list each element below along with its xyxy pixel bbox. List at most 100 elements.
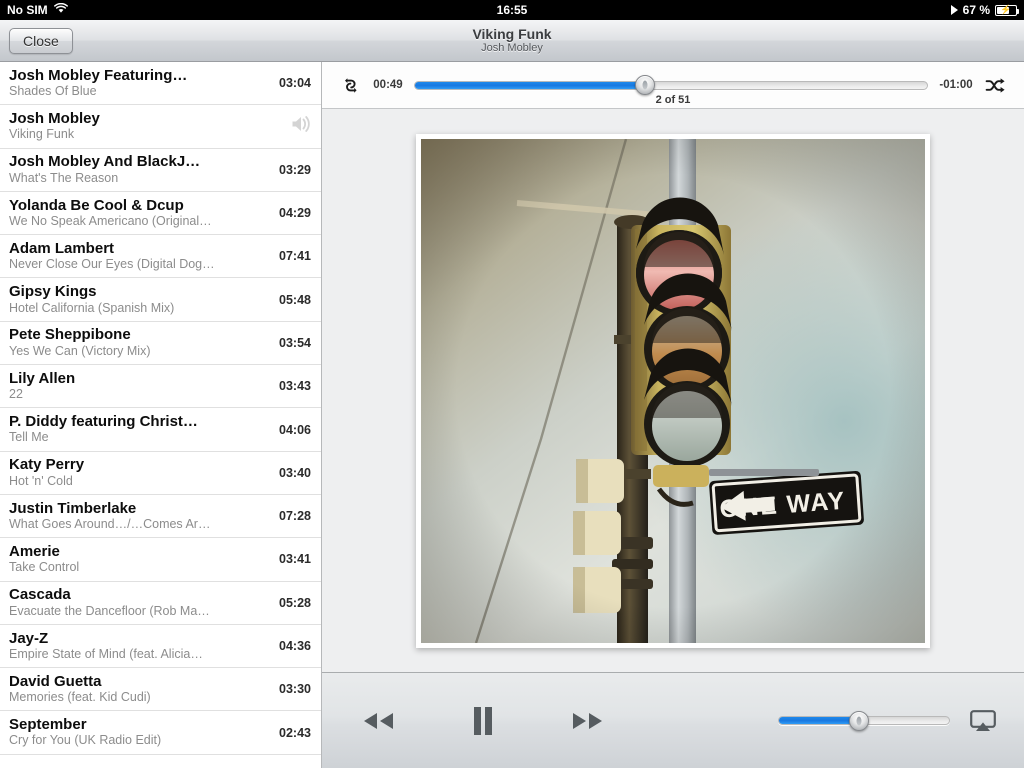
track-list-item[interactable]: David Guetta Memories (feat. Kid Cudi) 03:… <box>0 668 321 712</box>
track-artist: September <box>9 716 87 734</box>
track-list-item[interactable]: Josh Mobley Viking Funk <box>0 105 321 149</box>
track-duration: 03:30 <box>279 682 311 697</box>
track-duration: 04:06 <box>279 422 311 437</box>
track-song-title: Memories (feat. Kid Cudi) <box>9 690 151 705</box>
track-artist: Lily Allen <box>9 369 76 387</box>
track-artist: Gipsy Kings <box>9 283 97 301</box>
airplay-icon[interactable] <box>968 706 998 736</box>
progress-slider[interactable] <box>414 70 928 100</box>
play-indicator-icon <box>950 5 958 15</box>
track-list-item[interactable]: September Cry for You (UK Radio Edit) 02:4… <box>0 711 321 755</box>
progress-track <box>414 80 928 90</box>
track-song-title: Empire State of Mind (feat. Alicia… <box>9 646 203 661</box>
track-duration: 07:41 <box>279 249 311 264</box>
track-text-group: P. Diddy featuring Christ… Tell Me <box>9 413 271 446</box>
track-list-item[interactable]: Yolanda Be Cool & Dcup We No Speak Americ… <box>0 192 321 236</box>
track-text-group: Gipsy Kings Hotel California (Spanish Mix… <box>9 283 271 316</box>
repeat-icon[interactable] <box>336 70 366 100</box>
transport-bar <box>322 672 1024 768</box>
track-text-group: Lily Allen 22 <box>9 370 271 403</box>
volume-fill <box>779 717 859 724</box>
track-list-item[interactable]: Gipsy Kings Hotel California (Spanish Mix… <box>0 278 321 322</box>
track-text-group: Katy Perry Hot 'n' Cold <box>9 456 271 489</box>
track-duration: 03:04 <box>279 76 311 91</box>
navigation-bar: Close Viking Funk Josh Mobley <box>0 20 1024 62</box>
track-artist: Amerie <box>9 542 60 560</box>
track-list-item[interactable]: Pete Sheppibone Yes We Can (Victory Mix) 0… <box>0 322 321 366</box>
progress-fill <box>415 81 646 89</box>
track-duration: 03:54 <box>279 335 311 350</box>
track-song-title: Take Control <box>9 560 80 575</box>
track-duration: 03:40 <box>279 465 311 480</box>
elapsed-time: 00:49 <box>373 79 403 91</box>
remaining-time: -01:00 <box>939 79 973 91</box>
track-duration: 05:48 <box>279 292 311 307</box>
battery-percent-label: 67 % <box>962 3 990 17</box>
track-artist: P. Diddy featuring Christ… <box>9 413 198 431</box>
page-title: Viking Funk <box>472 25 552 42</box>
track-text-group: David Guetta Memories (feat. Kid Cudi) <box>9 673 271 706</box>
track-song-title: What Goes Around…/…Comes Ar… <box>9 517 211 531</box>
track-list-item[interactable]: Jay-Z Empire State of Mind (feat. Alicia…… <box>0 625 321 669</box>
track-artist: Adam Lambert <box>9 239 115 257</box>
track-artist: David Guetta <box>9 672 102 690</box>
track-song-title: Shades Of Blue <box>9 84 97 99</box>
track-artist: Katy Perry <box>9 456 85 474</box>
status-bar-clock: 16:55 <box>496 3 528 17</box>
wifi-icon <box>53 2 68 17</box>
track-duration: 02:43 <box>279 725 311 740</box>
track-artist: Pete Sheppibone <box>9 326 131 344</box>
rewind-button[interactable] <box>348 696 410 746</box>
track-list-item[interactable]: Katy Perry Hot 'n' Cold 03:40 <box>0 452 321 495</box>
shuffle-icon[interactable] <box>980 70 1010 100</box>
track-song-title: Hot 'n' Cold <box>9 473 73 488</box>
music-player-app: No SIM 16:55 67 % ⚡ Close Viking Funk Jo… <box>0 0 1024 768</box>
volume-thumb[interactable] <box>848 710 869 731</box>
status-bar: No SIM 16:55 67 % ⚡ <box>0 0 1024 20</box>
status-bar-right: 67 % ⚡ <box>950 3 1019 17</box>
track-artist: Jay-Z <box>9 629 49 647</box>
track-list[interactable]: Josh Mobley Featuring… Shades Of Blue 03:0… <box>0 62 322 768</box>
track-list-item[interactable]: Josh Mobley Featuring… Shades Of Blue 03:0… <box>0 62 321 106</box>
fast-forward-button[interactable] <box>556 696 618 746</box>
scrubber-row: 00:49 -01:00 2 of 51 <box>322 62 1024 109</box>
track-list-item[interactable]: Josh Mobley And BlackJ… What's The Reason… <box>0 149 321 192</box>
track-text-group: September Cry for You (UK Radio Edit) <box>9 716 271 749</box>
track-artist: Yolanda Be Cool & Dcup <box>9 196 184 214</box>
volume-slider[interactable] <box>778 707 950 735</box>
track-duration: 04:29 <box>279 206 311 221</box>
track-text-group: Amerie Take Control <box>9 543 271 576</box>
now-playing-speaker-icon <box>281 114 311 139</box>
track-artist: Josh Mobley And BlackJ… <box>9 153 201 171</box>
nav-title-group: Viking Funk Josh Mobley <box>0 20 1024 61</box>
track-song-title: Cry for You (UK Radio Edit) <box>9 733 162 748</box>
track-duration: 05:28 <box>279 595 311 610</box>
track-list-item[interactable]: Amerie Take Control 03:41 <box>0 538 321 582</box>
close-button[interactable]: Close <box>9 27 73 54</box>
track-list-item[interactable]: Justin Timberlake What Goes Around…/…Come… <box>0 495 321 539</box>
album-artwork-image: ONE WAY <box>421 138 925 643</box>
track-list-item[interactable]: Cascada Evacuate the Dancefloor (Rob Ma… 0… <box>0 582 321 625</box>
track-song-title: We No Speak Americano (Original… <box>9 213 212 228</box>
track-text-group: Pete Sheppibone Yes We Can (Victory Mix) <box>9 326 271 359</box>
track-list-item[interactable]: P. Diddy featuring Christ… Tell Me 04:06 <box>0 408 321 452</box>
track-text-group: Jay-Z Empire State of Mind (feat. Alicia… <box>9 630 271 663</box>
progress-thumb[interactable] <box>635 75 656 95</box>
track-song-title: Evacuate the Dancefloor (Rob Ma… <box>9 603 210 618</box>
track-song-title: Tell Me <box>9 430 49 445</box>
track-text-group: Justin Timberlake What Goes Around…/…Come… <box>9 500 271 533</box>
status-bar-left: No SIM <box>7 2 68 17</box>
track-artist: Cascada <box>9 586 71 604</box>
track-text-group: Cascada Evacuate the Dancefloor (Rob Ma… <box>9 586 271 619</box>
track-list-item[interactable]: Lily Allen 22 03:43 <box>0 365 321 409</box>
track-duration: 03:29 <box>279 162 311 177</box>
track-text-group: Josh Mobley Featuring… Shades Of Blue <box>9 67 271 100</box>
track-list-item[interactable]: Adam Lambert Never Close Our Eyes (Digita… <box>0 235 321 279</box>
track-text-group: Josh Mobley And BlackJ… What's The Reason <box>9 153 271 186</box>
battery-charging-icon: ⚡ <box>995 4 1019 16</box>
pause-button[interactable] <box>452 696 514 746</box>
track-text-group: Yolanda Be Cool & Dcup We No Speak Americ… <box>9 197 271 230</box>
track-duration: 03:43 <box>279 379 311 394</box>
album-artwork[interactable]: ONE WAY <box>416 133 930 648</box>
main-content: Josh Mobley Featuring… Shades Of Blue 03:0… <box>0 62 1024 768</box>
